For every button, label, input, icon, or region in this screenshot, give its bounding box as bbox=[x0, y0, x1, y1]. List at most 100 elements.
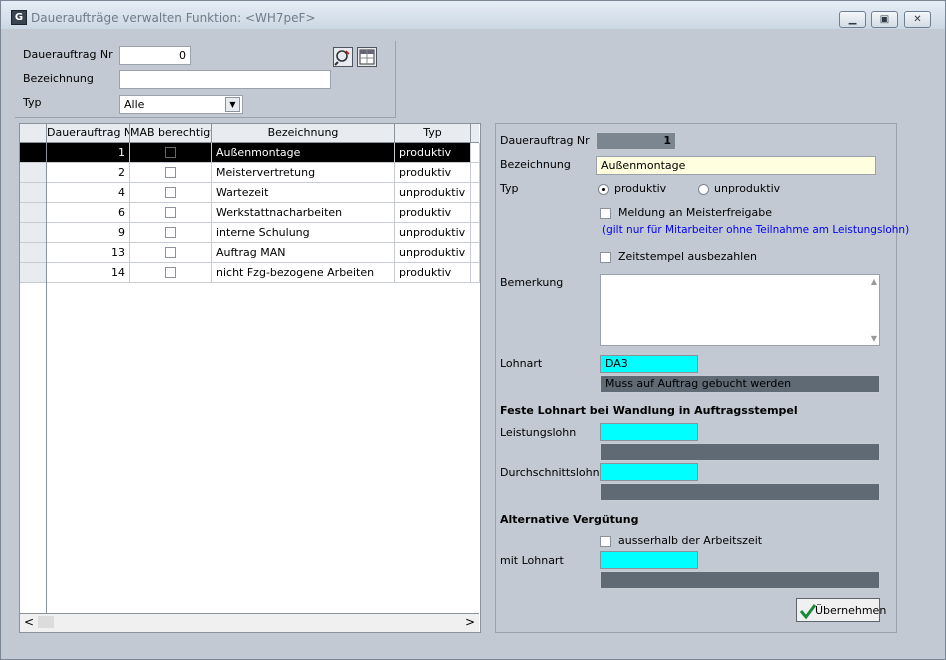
meldung-label: Meldung an Meisterfreigabe bbox=[618, 206, 773, 219]
cell-bezeichnung: Auftrag MAN bbox=[212, 243, 395, 263]
scroll-down-icon[interactable]: ▼ bbox=[871, 334, 877, 343]
dauerauftraege-table: Dauerauftrag Nr MAB berechtigt Bezeichnu… bbox=[19, 123, 481, 633]
table-row[interactable]: 2 Meistervertretung produktiv bbox=[20, 163, 480, 183]
cell-typ: unproduktiv bbox=[395, 183, 471, 203]
close-button[interactable]: ✕ bbox=[904, 11, 931, 28]
durchschnittslohn-label: Durchschnittslohn bbox=[500, 466, 600, 479]
cell-typ: produktiv bbox=[395, 143, 471, 163]
detail-bez-field[interactable]: Außenmontage bbox=[596, 156, 876, 175]
mit-lohnart-field[interactable] bbox=[600, 551, 698, 569]
table-row[interactable]: 13 Auftrag MAN unproduktiv bbox=[20, 243, 480, 263]
table-view-button[interactable] bbox=[357, 47, 377, 67]
filter-bez-field[interactable] bbox=[119, 70, 331, 89]
row-selector[interactable] bbox=[20, 143, 47, 163]
row-selector[interactable] bbox=[20, 203, 47, 223]
horizontal-scrollbar[interactable]: < > bbox=[20, 613, 479, 632]
lohnart-field[interactable]: DA3 bbox=[600, 355, 698, 373]
detail-nr-field: 1 bbox=[596, 132, 676, 150]
cell-bezeichnung: Werkstattnacharbeiten bbox=[212, 203, 395, 223]
table-header: Dauerauftrag Nr MAB berechtigt Bezeichnu… bbox=[20, 124, 479, 143]
cell-bezeichnung: nicht Fzg-bezogene Arbeiten bbox=[212, 263, 395, 283]
leistungslohn-field[interactable] bbox=[600, 423, 698, 441]
mab-checkbox[interactable] bbox=[165, 227, 176, 238]
radio-unproduktiv[interactable] bbox=[698, 184, 709, 195]
table-row[interactable]: 1 Außenmontage produktiv bbox=[20, 143, 480, 163]
cell-mab bbox=[130, 183, 212, 203]
mab-checkbox[interactable] bbox=[165, 267, 176, 278]
table-row[interactable]: 6 Werkstattnacharbeiten produktiv bbox=[20, 203, 480, 223]
cell-filler bbox=[471, 143, 480, 163]
scroll-thumb[interactable] bbox=[38, 616, 54, 628]
scroll-up-icon[interactable]: ▲ bbox=[871, 277, 877, 286]
mab-checkbox[interactable] bbox=[165, 207, 176, 218]
durchschnittslohn-field[interactable] bbox=[600, 463, 698, 481]
mab-checkbox[interactable] bbox=[165, 187, 176, 198]
magnifier-icon bbox=[334, 50, 350, 66]
mab-checkbox[interactable] bbox=[165, 147, 176, 158]
col-typ-header[interactable]: Typ bbox=[395, 124, 471, 142]
cell-typ: produktiv bbox=[395, 163, 471, 183]
cell-bezeichnung: Wartezeit bbox=[212, 183, 395, 203]
zeitstempel-checkbox[interactable] bbox=[600, 252, 611, 263]
col-nr-header[interactable]: Dauerauftrag Nr bbox=[47, 124, 130, 142]
table-row[interactable]: 14 nicht Fzg-bezogene Arbeiten produktiv bbox=[20, 263, 480, 283]
table-row[interactable]: 9 interne Schulung unproduktiv bbox=[20, 223, 480, 243]
row-selector[interactable] bbox=[20, 223, 47, 243]
radio-produktiv-label: produktiv bbox=[614, 182, 667, 195]
minimize-button[interactable]: ▁ bbox=[839, 11, 866, 28]
zeitstempel-label: Zeitstempel ausbezahlen bbox=[618, 250, 757, 263]
filter-typ-label: Typ bbox=[23, 96, 42, 109]
cell-filler bbox=[471, 163, 480, 183]
col-bez-header[interactable]: Bezeichnung bbox=[212, 124, 395, 142]
cell-filler bbox=[471, 183, 480, 203]
detail-nr-label: Dauerauftrag Nr bbox=[500, 134, 590, 147]
cell-typ: produktiv bbox=[395, 203, 471, 223]
cell-mab bbox=[130, 163, 212, 183]
window-title: Daueraufträge verwalten Funktion: <WH7pe… bbox=[31, 11, 316, 25]
cell-nr: 13 bbox=[47, 243, 130, 263]
durchschnittslohn-description bbox=[600, 483, 880, 501]
cell-mab bbox=[130, 263, 212, 283]
detail-panel: Dauerauftrag Nr 1 Bezeichnung Außenmonta… bbox=[495, 123, 909, 633]
cell-typ: produktiv bbox=[395, 263, 471, 283]
cell-typ: unproduktiv bbox=[395, 223, 471, 243]
leistungslohn-description bbox=[600, 443, 880, 461]
uebernehmen-button[interactable]: Übernehmen bbox=[796, 598, 886, 622]
col-mab-header[interactable]: MAB berechtigt bbox=[130, 124, 212, 142]
minimize-icon: ▁ bbox=[848, 14, 857, 25]
cell-bezeichnung: Außenmontage bbox=[212, 143, 395, 163]
bemerkung-textarea[interactable]: ▲ ▼ bbox=[600, 274, 880, 346]
table-row[interactable]: 4 Wartezeit unproduktiv bbox=[20, 183, 480, 203]
cell-filler bbox=[471, 243, 480, 263]
cell-mab bbox=[130, 143, 212, 163]
mab-checkbox[interactable] bbox=[165, 167, 176, 178]
detail-bez-label: Bezeichnung bbox=[500, 158, 571, 171]
chevron-down-icon[interactable]: ▼ bbox=[225, 97, 240, 112]
bemerkung-label: Bemerkung bbox=[500, 276, 564, 289]
row-selector[interactable] bbox=[20, 163, 47, 183]
cell-mab bbox=[130, 203, 212, 223]
lohnart-description: Muss auf Auftrag gebucht werden bbox=[600, 375, 880, 393]
grid-divider bbox=[46, 142, 47, 614]
title-bar[interactable]: G Daueraufträge verwalten Funktion: <WH7… bbox=[1, 1, 945, 29]
filter-nr-label: Dauerauftrag Nr bbox=[23, 48, 113, 61]
meldung-checkbox[interactable] bbox=[600, 208, 611, 219]
scroll-right-icon[interactable]: > bbox=[465, 615, 475, 629]
search-button[interactable] bbox=[333, 47, 353, 67]
cell-filler bbox=[471, 223, 480, 243]
cell-nr: 2 bbox=[47, 163, 130, 183]
row-selector[interactable] bbox=[20, 243, 47, 263]
filter-nr-field[interactable]: 0 bbox=[119, 46, 191, 65]
ausserhalb-checkbox[interactable] bbox=[600, 536, 611, 547]
row-selector[interactable] bbox=[20, 183, 47, 203]
cell-nr: 4 bbox=[47, 183, 130, 203]
cell-bezeichnung: Meistervertretung bbox=[212, 163, 395, 183]
radio-produktiv[interactable] bbox=[598, 184, 609, 195]
maximize-button[interactable]: ▣ bbox=[871, 11, 898, 28]
mab-checkbox[interactable] bbox=[165, 247, 176, 258]
row-selector[interactable] bbox=[20, 263, 47, 283]
client-area: Dauerauftrag Nr 0 Bezeichnung Typ Alle ▼ bbox=[9, 29, 937, 651]
cell-bezeichnung: interne Schulung bbox=[212, 223, 395, 243]
cell-nr: 9 bbox=[47, 223, 130, 243]
scroll-left-icon[interactable]: < bbox=[24, 615, 34, 629]
